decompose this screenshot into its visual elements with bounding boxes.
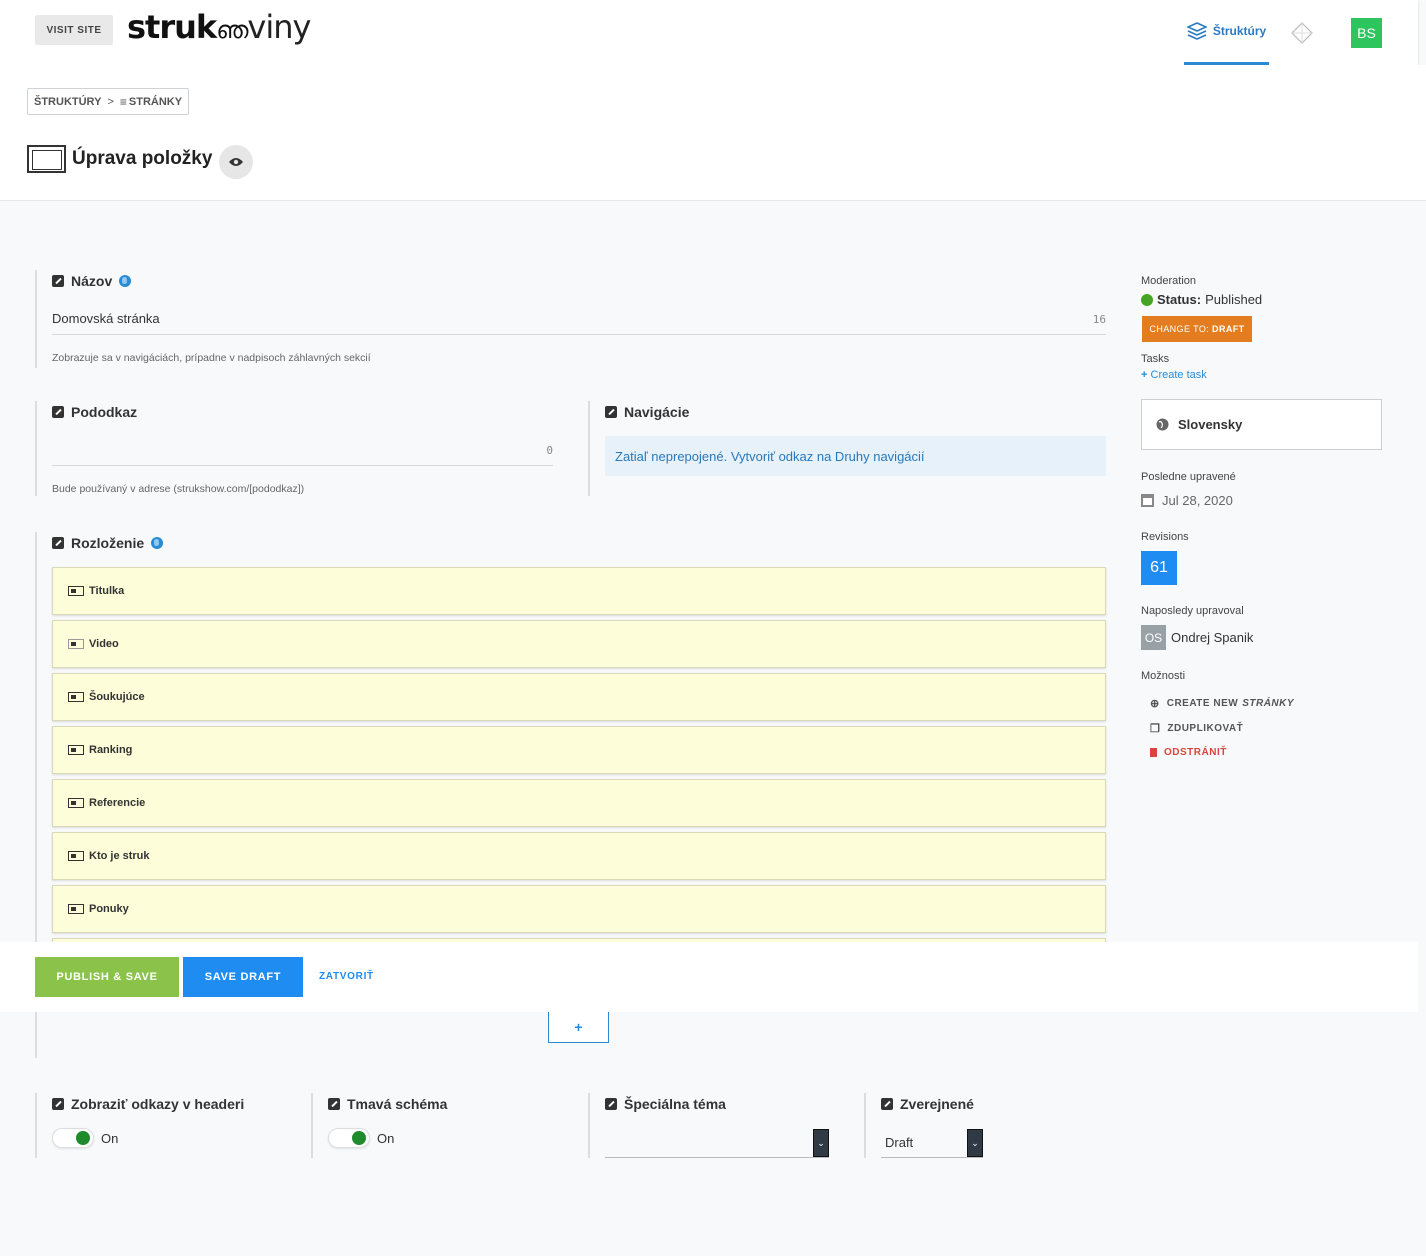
layout-item[interactable]: Referencie (52, 779, 1106, 827)
logo[interactable]: strukഞviny (127, 8, 311, 46)
pododkaz-input[interactable]: 0 (52, 442, 553, 466)
nav-struktury-label: Štruktúry (1212, 24, 1267, 38)
odkazy-state: On (101, 1131, 119, 1146)
create-task-link[interactable]: + Create task (1141, 369, 1207, 381)
navigacie-label: Navigácie (605, 404, 689, 420)
breadcrumb-current[interactable]: STRÁNKY (129, 96, 182, 108)
toggle-knob (76, 1131, 90, 1145)
page-header: ŠTRUKTÚRY > ≡ STRÁNKY Úprava položky (0, 65, 1426, 201)
last-editor-row: OS Ondrej Spanik (1141, 625, 1253, 650)
editor-avatar: OS (1141, 625, 1166, 650)
plus-icon: + (1141, 369, 1148, 381)
change-to-draft-button[interactable]: CHANGE TO: DRAFT (1142, 316, 1252, 342)
options-label: Možnosti (1141, 670, 1186, 682)
status-dot-icon (1141, 293, 1153, 306)
page-title: Úprava položky (72, 148, 213, 169)
publish-save-button[interactable]: PUBLISH & SAVE (35, 957, 179, 997)
video-icon (68, 639, 84, 649)
rozlozenie-label: Rozloženie (52, 535, 164, 551)
nazov-label: Názov (52, 273, 132, 289)
edit-icon (328, 1098, 340, 1110)
close-link[interactable]: ZATVORIŤ (319, 971, 374, 982)
duplicate-option[interactable]: ❐ ZDUPLIKOVAŤ (1150, 722, 1243, 735)
ranking-icon (68, 745, 84, 755)
eye-icon (229, 158, 243, 166)
toggle-knob (352, 1131, 366, 1145)
pododkaz-counter: 0 (546, 444, 553, 457)
globe-icon (119, 275, 132, 287)
last-editor-label: Naposledy upravoval (1141, 605, 1244, 617)
layout-item[interactable]: Video (52, 620, 1106, 668)
layout-item[interactable]: Ponuky (52, 885, 1106, 933)
trash-icon (1150, 748, 1157, 757)
navigacie-info: Zatiaľ neprepojené. Vytvoriť odkaz na Dr… (605, 436, 1106, 476)
preview-button[interactable] (219, 145, 253, 179)
create-new-option[interactable]: ⊕ CREATE NEW STRÁNKY (1150, 697, 1294, 710)
nazov-counter: 16 (1092, 313, 1106, 326)
breadcrumb: ŠTRUKTÚRY > ≡ STRÁNKY (27, 88, 190, 115)
edit-icon (52, 406, 64, 418)
last-modified-row: Jul 28, 2020 (1141, 493, 1233, 508)
tema-label: Špeciálna téma (605, 1096, 726, 1112)
pododkaz-label: Pododkaz (52, 404, 137, 420)
globe-icon (1156, 418, 1169, 431)
revisions-label: Revisions (1141, 531, 1189, 543)
calendar-icon (1141, 494, 1154, 507)
revisions-count[interactable]: 61 (1141, 551, 1177, 585)
diamond-icon[interactable] (1291, 22, 1313, 44)
chevron-down-icon: ⌄ (967, 1129, 983, 1157)
edit-icon (605, 406, 617, 418)
edit-icon (881, 1098, 893, 1110)
list-icon: ≡ (119, 94, 127, 109)
copy-icon: ❐ (1150, 723, 1161, 735)
tasks-label: Tasks (1141, 353, 1170, 365)
plus-circle-icon: ⊕ (1150, 698, 1160, 710)
odkazy-toggle[interactable] (52, 1128, 94, 1148)
navigacie-link[interactable]: Vytvoriť odkaz na Druhy navigácií (731, 449, 925, 464)
page-title-row: Úprava položky (27, 145, 212, 173)
odkazy-label: Zobraziť odkazy v headeri (52, 1096, 244, 1112)
slider-icon (68, 586, 84, 596)
slider-icon (68, 692, 84, 702)
edit-icon (52, 1098, 64, 1110)
layout-item[interactable]: Šoukujúce (52, 673, 1106, 721)
save-draft-button[interactable]: SAVE DRAFT (183, 957, 303, 997)
edit-icon (605, 1098, 617, 1110)
status-row: Status: Published (1141, 292, 1262, 307)
nav-struktury[interactable]: Štruktúry (1184, 0, 1269, 65)
action-bar: PUBLISH & SAVE SAVE DRAFT ZATVORIŤ (0, 942, 1418, 1012)
nazov-input[interactable]: Domovská stránka 16 (52, 311, 1106, 335)
layout-item[interactable]: Titulka (52, 567, 1106, 615)
layers-icon (1186, 22, 1207, 40)
breadcrumb-root[interactable]: ŠTRUKTÚRY (34, 96, 101, 108)
layout-item[interactable]: Kto je struk (52, 832, 1106, 880)
tema-select[interactable]: ⌄ (605, 1129, 829, 1158)
zverejnene-select[interactable]: Draft ⌄ (881, 1129, 983, 1158)
image-text-icon (68, 904, 84, 914)
last-modified-label: Posledne upravené (1141, 471, 1236, 483)
nazov-help: Zobrazuje sa v navigáciách, prípadne v n… (52, 352, 371, 364)
visit-site-button[interactable]: VISIT SITE (35, 15, 113, 45)
quote-icon (68, 798, 84, 808)
language-box[interactable]: Slovensky (1141, 399, 1382, 450)
edit-icon (52, 275, 64, 287)
breadcrumb-separator: > (107, 95, 114, 108)
user-avatar[interactable]: BS (1351, 18, 1382, 48)
page-icon (27, 145, 66, 173)
globe-icon (151, 537, 164, 549)
moderation-label: Moderation (1141, 275, 1197, 287)
layout-item[interactable]: Ranking (52, 726, 1106, 774)
add-layout-button[interactable]: + (548, 1012, 609, 1043)
image-text-icon (68, 851, 84, 861)
tmava-state: On (377, 1131, 395, 1146)
top-bar: VISIT SITE strukഞviny Štruktúry BS (0, 0, 1418, 65)
edit-icon (52, 537, 64, 549)
zverejnene-label: Zverejnené (881, 1096, 974, 1112)
tmava-label: Tmavá schéma (328, 1096, 447, 1112)
delete-option[interactable]: ODSTRÁNIŤ (1150, 747, 1227, 758)
tmava-toggle[interactable] (328, 1128, 370, 1148)
pododkaz-help: Bude používaný v adrese (strukshow.com/[… (52, 483, 305, 495)
chevron-down-icon: ⌄ (813, 1129, 829, 1157)
